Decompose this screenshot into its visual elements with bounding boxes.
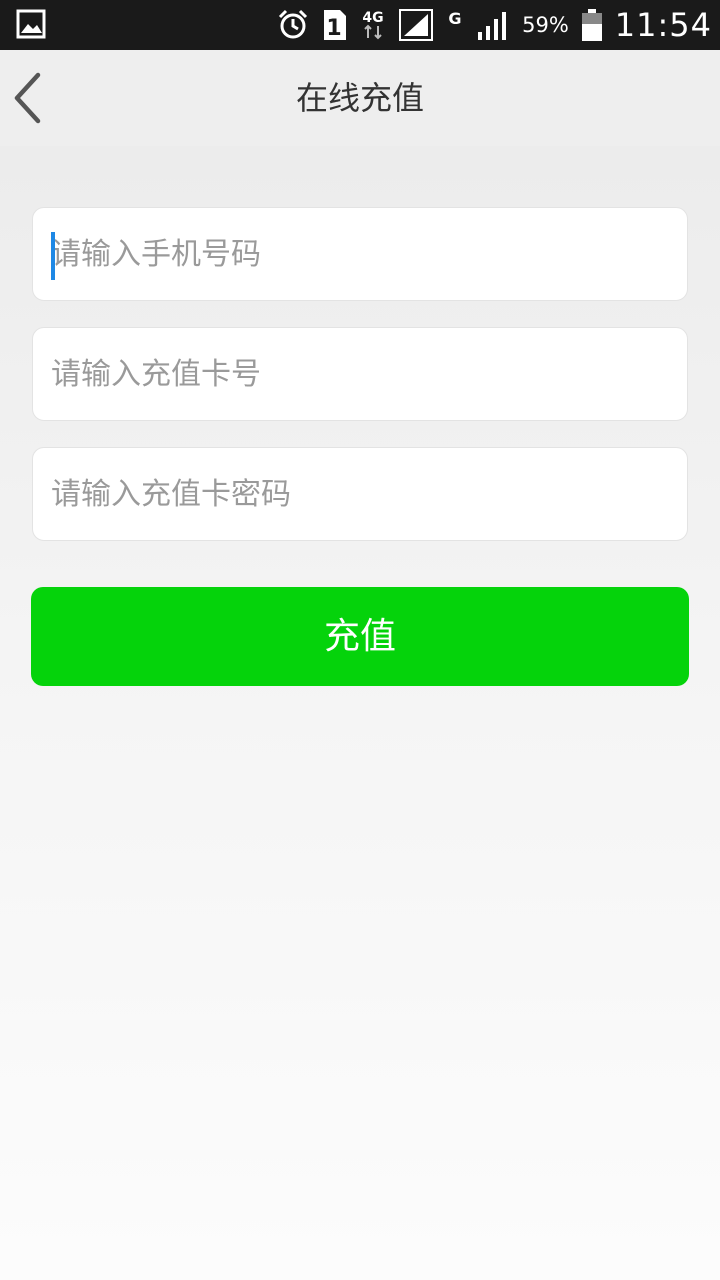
g-icon: G: [446, 8, 464, 42]
clock: 11:54: [614, 6, 712, 44]
card-password-field[interactable]: [32, 447, 688, 541]
network-g-label: G: [449, 9, 462, 28]
card-number-input[interactable]: [51, 328, 671, 420]
phone-input[interactable]: [51, 208, 671, 300]
signal-icon: [476, 8, 510, 42]
battery-icon: [581, 8, 603, 42]
sim-1-icon: 1: [322, 8, 348, 42]
gallery-icon: [16, 8, 46, 40]
content-area: [0, 146, 720, 1280]
chevron-left-icon: [14, 72, 41, 124]
signal-icon: [398, 8, 434, 42]
phone-field[interactable]: [32, 207, 688, 301]
back-button[interactable]: [6, 70, 50, 126]
4g-icon: 4G: [360, 8, 386, 42]
alarm-icon: [276, 8, 310, 42]
card-password-input[interactable]: [51, 448, 671, 540]
battery-percent: 59%: [522, 13, 569, 37]
card-number-field[interactable]: [32, 327, 688, 421]
recharge-button[interactable]: 充值: [31, 587, 689, 686]
page-title: 在线充值: [295, 79, 424, 117]
status-bar: 1 4G G 59% 11:54: [0, 0, 720, 50]
text-cursor: [51, 232, 55, 280]
sim-slot-label: 1: [326, 16, 341, 41]
network-4g-label: 4G: [362, 10, 383, 26]
app-header: 在线充值: [0, 50, 720, 146]
